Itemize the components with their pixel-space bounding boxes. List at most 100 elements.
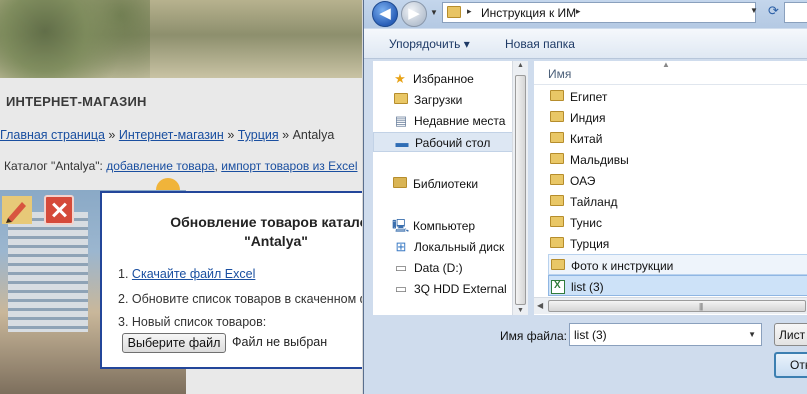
- breadcrumb: Главная страница » Интернет-магазин » Ту…: [0, 128, 334, 142]
- scroll-up-icon[interactable]: ▲: [517, 62, 524, 69]
- breadcrumb-country-link[interactable]: Турция: [238, 128, 279, 142]
- folder-icon: [550, 90, 564, 104]
- open-file-dialog: ◀ ▶ ▼ ▸ Инструкция к ИМ ▸ ▼ ⟳ Упорядочит…: [363, 0, 807, 394]
- scrollbar-thumb[interactable]: [515, 75, 526, 305]
- dialog-toolbar: Упорядочить ▾ Новая папка: [364, 29, 807, 59]
- no-file-chosen-text: Файл не выбран: [232, 335, 328, 349]
- nav-computer[interactable]: 🖳 Компьютер: [373, 216, 522, 236]
- list-item-label: Китай: [570, 132, 603, 146]
- folder-icon: [551, 259, 565, 273]
- scroll-left-icon[interactable]: ◀: [537, 301, 543, 310]
- star-icon: ★: [394, 71, 406, 86]
- nav-recent-label: Недавние места: [414, 114, 506, 128]
- choose-file-button[interactable]: Выберите файл: [122, 333, 226, 353]
- address-bar[interactable]: ▸ Инструкция к ИМ ▸: [442, 2, 756, 23]
- folder-list-item[interactable]: Фото к инструкции: [548, 254, 807, 275]
- catalog-actions: Каталог "Antalya": добавление товара, им…: [4, 159, 358, 173]
- folder-list-item[interactable]: Египет: [548, 86, 807, 107]
- address-separator-icon[interactable]: ▸: [576, 6, 581, 17]
- pencil-icon[interactable]: [2, 196, 32, 224]
- libraries-icon: [392, 177, 408, 191]
- folder-list-item[interactable]: Турция: [548, 233, 807, 254]
- header-banner-image: [0, 0, 370, 78]
- folder-icon: [447, 6, 461, 18]
- breadcrumb-home-link[interactable]: Главная страница: [0, 128, 105, 142]
- background-webpage: ИНТЕРНЕТ-МАГАЗИН Главная страница » Инте…: [0, 0, 398, 394]
- folder-list-item[interactable]: ОАЭ: [548, 170, 807, 191]
- folder-icon: [550, 174, 564, 188]
- hard-drive-icon: ▭: [394, 260, 408, 275]
- nav-local-disk-label: Локальный диск: [414, 240, 505, 254]
- breadcrumb-shop-link[interactable]: Интернет-магазин: [119, 128, 224, 142]
- nav-libraries[interactable]: Библиотеки: [373, 174, 522, 194]
- page-title: ИНТЕРНЕТ-МАГАЗИН: [6, 94, 147, 109]
- file-list-horizontal-scrollbar[interactable]: ◀ |||: [534, 297, 807, 314]
- step-2: 2. Обновите список товаров в скаченном ф…: [118, 292, 399, 306]
- filename-value[interactable]: list (3): [574, 328, 607, 342]
- folder-icon: [550, 216, 564, 230]
- new-folder-button[interactable]: Новая папка: [505, 37, 575, 51]
- folder-list-item[interactable]: Индия: [548, 107, 807, 128]
- nav-external-drive-label: 3Q HDD External: [414, 282, 507, 296]
- list-item-label: Фото к инструкции: [571, 259, 674, 273]
- folder-list-item[interactable]: Мальдивы: [548, 149, 807, 170]
- folder-list-item[interactable]: Тунис: [548, 212, 807, 233]
- scrollbar-thumb[interactable]: |||: [548, 300, 806, 312]
- list-item-label: Турция: [570, 237, 610, 251]
- sort-caret-icon: ▲: [662, 60, 670, 69]
- folder-list-item[interactable]: Тайланд: [548, 191, 807, 212]
- external-drive-icon: ▭: [394, 281, 408, 296]
- folder-icon: [550, 237, 564, 251]
- recent-locations-dropdown-icon[interactable]: ▼: [430, 8, 438, 17]
- nav-downloads[interactable]: Загрузки: [373, 90, 522, 110]
- nav-data-drive[interactable]: ▭ Data (D:): [373, 258, 522, 278]
- folder-icon: [550, 111, 564, 125]
- breadcrumb-separator: »: [108, 128, 116, 142]
- catalog-label: Каталог "Antalya":: [4, 159, 103, 173]
- file-list: ▲ Имя Египет Индия Китай Мальдивы ОАЭ Тайланд…: [534, 60, 807, 315]
- name-column-header[interactable]: ▲ Имя: [534, 60, 807, 85]
- download-excel-link[interactable]: Скачайте файл Excel: [132, 267, 255, 281]
- folder-list-item[interactable]: Китай: [548, 128, 807, 149]
- open-button[interactable]: Отк: [774, 352, 807, 378]
- recent-places-icon: ▤: [394, 113, 408, 128]
- list-item-label: Тунис: [570, 216, 602, 230]
- refresh-icon[interactable]: ⟳: [768, 3, 779, 19]
- nav-local-disk[interactable]: ⊞ Локальный диск: [373, 237, 522, 257]
- nav-external-drive[interactable]: ▭ 3Q HDD External: [373, 279, 522, 299]
- navigation-pane-scrollbar[interactable]: ▲ ▼: [512, 61, 528, 315]
- back-arrow-icon[interactable]: ◀: [372, 1, 398, 27]
- filename-input[interactable]: list (3) ▼: [569, 323, 762, 346]
- forward-arrow-icon[interactable]: ▶: [401, 1, 427, 27]
- organize-button[interactable]: Упорядочить ▾: [389, 37, 470, 51]
- file-list-item[interactable]: list (3): [548, 275, 807, 296]
- delete-icon[interactable]: [44, 195, 74, 225]
- address-dropdown-icon[interactable]: ▼: [750, 6, 758, 15]
- folder-icon: [550, 195, 564, 209]
- list-item-label: ОАЭ: [570, 174, 596, 188]
- nav-favorites-label: Избранное: [413, 72, 474, 86]
- list-item-label: list (3): [571, 280, 604, 294]
- name-column-label: Имя: [548, 67, 572, 81]
- nav-recent-places[interactable]: ▤ Недавние места: [373, 111, 522, 131]
- folder-icon: [550, 153, 564, 167]
- scroll-down-icon[interactable]: ▼: [517, 307, 524, 314]
- address-path-segment[interactable]: Инструкция к ИМ: [481, 6, 576, 20]
- desktop-icon: ▬: [395, 135, 409, 150]
- navigation-pane: ★ Избранное Загрузки ▤ Недавние места ▬ …: [373, 61, 522, 315]
- nav-desktop-label: Рабочий стол: [415, 136, 491, 150]
- excel-file-icon: [551, 280, 565, 297]
- nav-desktop[interactable]: ▬ Рабочий стол: [373, 132, 522, 152]
- nav-computer-label: Компьютер: [413, 219, 476, 233]
- folder-icon: [550, 132, 564, 146]
- chevron-down-icon[interactable]: ▼: [748, 330, 756, 339]
- address-separator-icon[interactable]: ▸: [467, 6, 472, 17]
- list-item-label: Индия: [570, 111, 606, 125]
- breadcrumb-separator: »: [227, 128, 235, 142]
- file-type-select[interactable]: Лист: [774, 323, 807, 346]
- list-item-label: Египет: [570, 90, 608, 104]
- nav-favorites[interactable]: ★ Избранное: [373, 69, 522, 89]
- search-input[interactable]: [784, 2, 807, 23]
- import-excel-link[interactable]: импорт товаров из Excel: [221, 159, 357, 173]
- add-product-link[interactable]: добавление товара: [106, 159, 214, 173]
